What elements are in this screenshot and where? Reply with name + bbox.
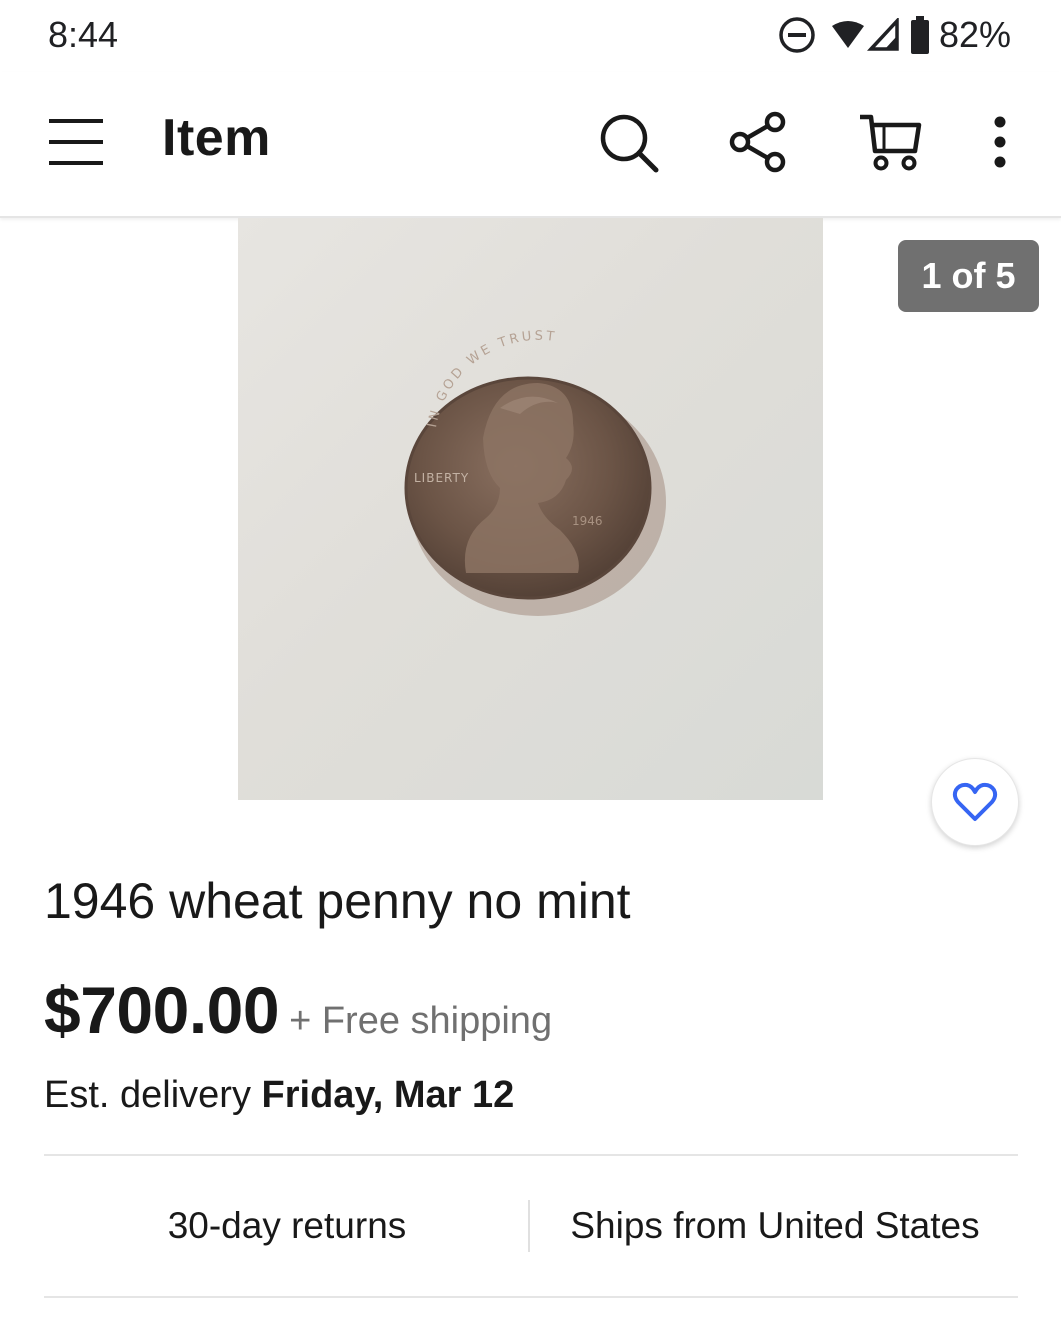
search-icon bbox=[600, 114, 659, 173]
delivery-date: Friday, Mar 12 bbox=[261, 1074, 515, 1116]
hamburger-icon bbox=[49, 119, 103, 165]
feature-separator bbox=[528, 1200, 530, 1252]
cart-icon bbox=[860, 114, 922, 171]
share-icon bbox=[729, 111, 786, 173]
more-vertical-icon bbox=[994, 116, 1006, 168]
watch-button[interactable] bbox=[931, 758, 1019, 846]
cart-button[interactable] bbox=[854, 106, 926, 178]
do-not-disturb-icon bbox=[777, 15, 817, 55]
penny-coin-image: IN GOD WE TRUST LIBERTY 1946 bbox=[404, 329, 666, 616]
delivery-label: Est. delivery bbox=[44, 1074, 262, 1116]
coin-liberty-text: LIBERTY bbox=[414, 471, 469, 485]
cell-signal-icon bbox=[866, 18, 901, 52]
item-photo[interactable]: IN GOD WE TRUST LIBERTY 1946 bbox=[238, 218, 823, 800]
menu-button[interactable] bbox=[40, 106, 112, 178]
divider bbox=[44, 1296, 1018, 1298]
item-price: $700.00 bbox=[44, 973, 280, 1047]
returns-info[interactable]: 30-day returns bbox=[44, 1156, 530, 1296]
app-header: Item bbox=[0, 72, 1061, 218]
ships-from-info[interactable]: Ships from United States bbox=[532, 1156, 1018, 1296]
more-options-button[interactable] bbox=[964, 106, 1036, 178]
item-features: 30-day returns Ships from United States bbox=[44, 1156, 1018, 1296]
search-button[interactable] bbox=[592, 106, 664, 178]
page-title: Item bbox=[162, 109, 271, 167]
battery-percentage: 82% bbox=[938, 14, 1011, 55]
status-icons: 82% bbox=[777, 12, 1011, 58]
item-title: 1946 wheat penny no mint bbox=[44, 873, 631, 929]
battery-icon bbox=[909, 15, 931, 55]
price-row: $700.00 + Free shipping bbox=[44, 972, 552, 1048]
image-gallery[interactable]: IN GOD WE TRUST LIBERTY 1946 1 of 5 bbox=[0, 218, 1061, 858]
status-bar: 8:44 82% bbox=[0, 0, 1061, 72]
shipping-text: + Free shipping bbox=[289, 1000, 553, 1042]
heart-icon bbox=[952, 782, 998, 821]
image-counter-badge: 1 of 5 bbox=[898, 240, 1039, 312]
wifi-icon bbox=[831, 18, 865, 52]
coin-year-text: 1946 bbox=[572, 514, 603, 528]
estimated-delivery: Est. delivery Friday, Mar 12 bbox=[44, 1074, 514, 1117]
share-button[interactable] bbox=[722, 106, 794, 178]
status-time: 8:44 bbox=[48, 14, 119, 55]
